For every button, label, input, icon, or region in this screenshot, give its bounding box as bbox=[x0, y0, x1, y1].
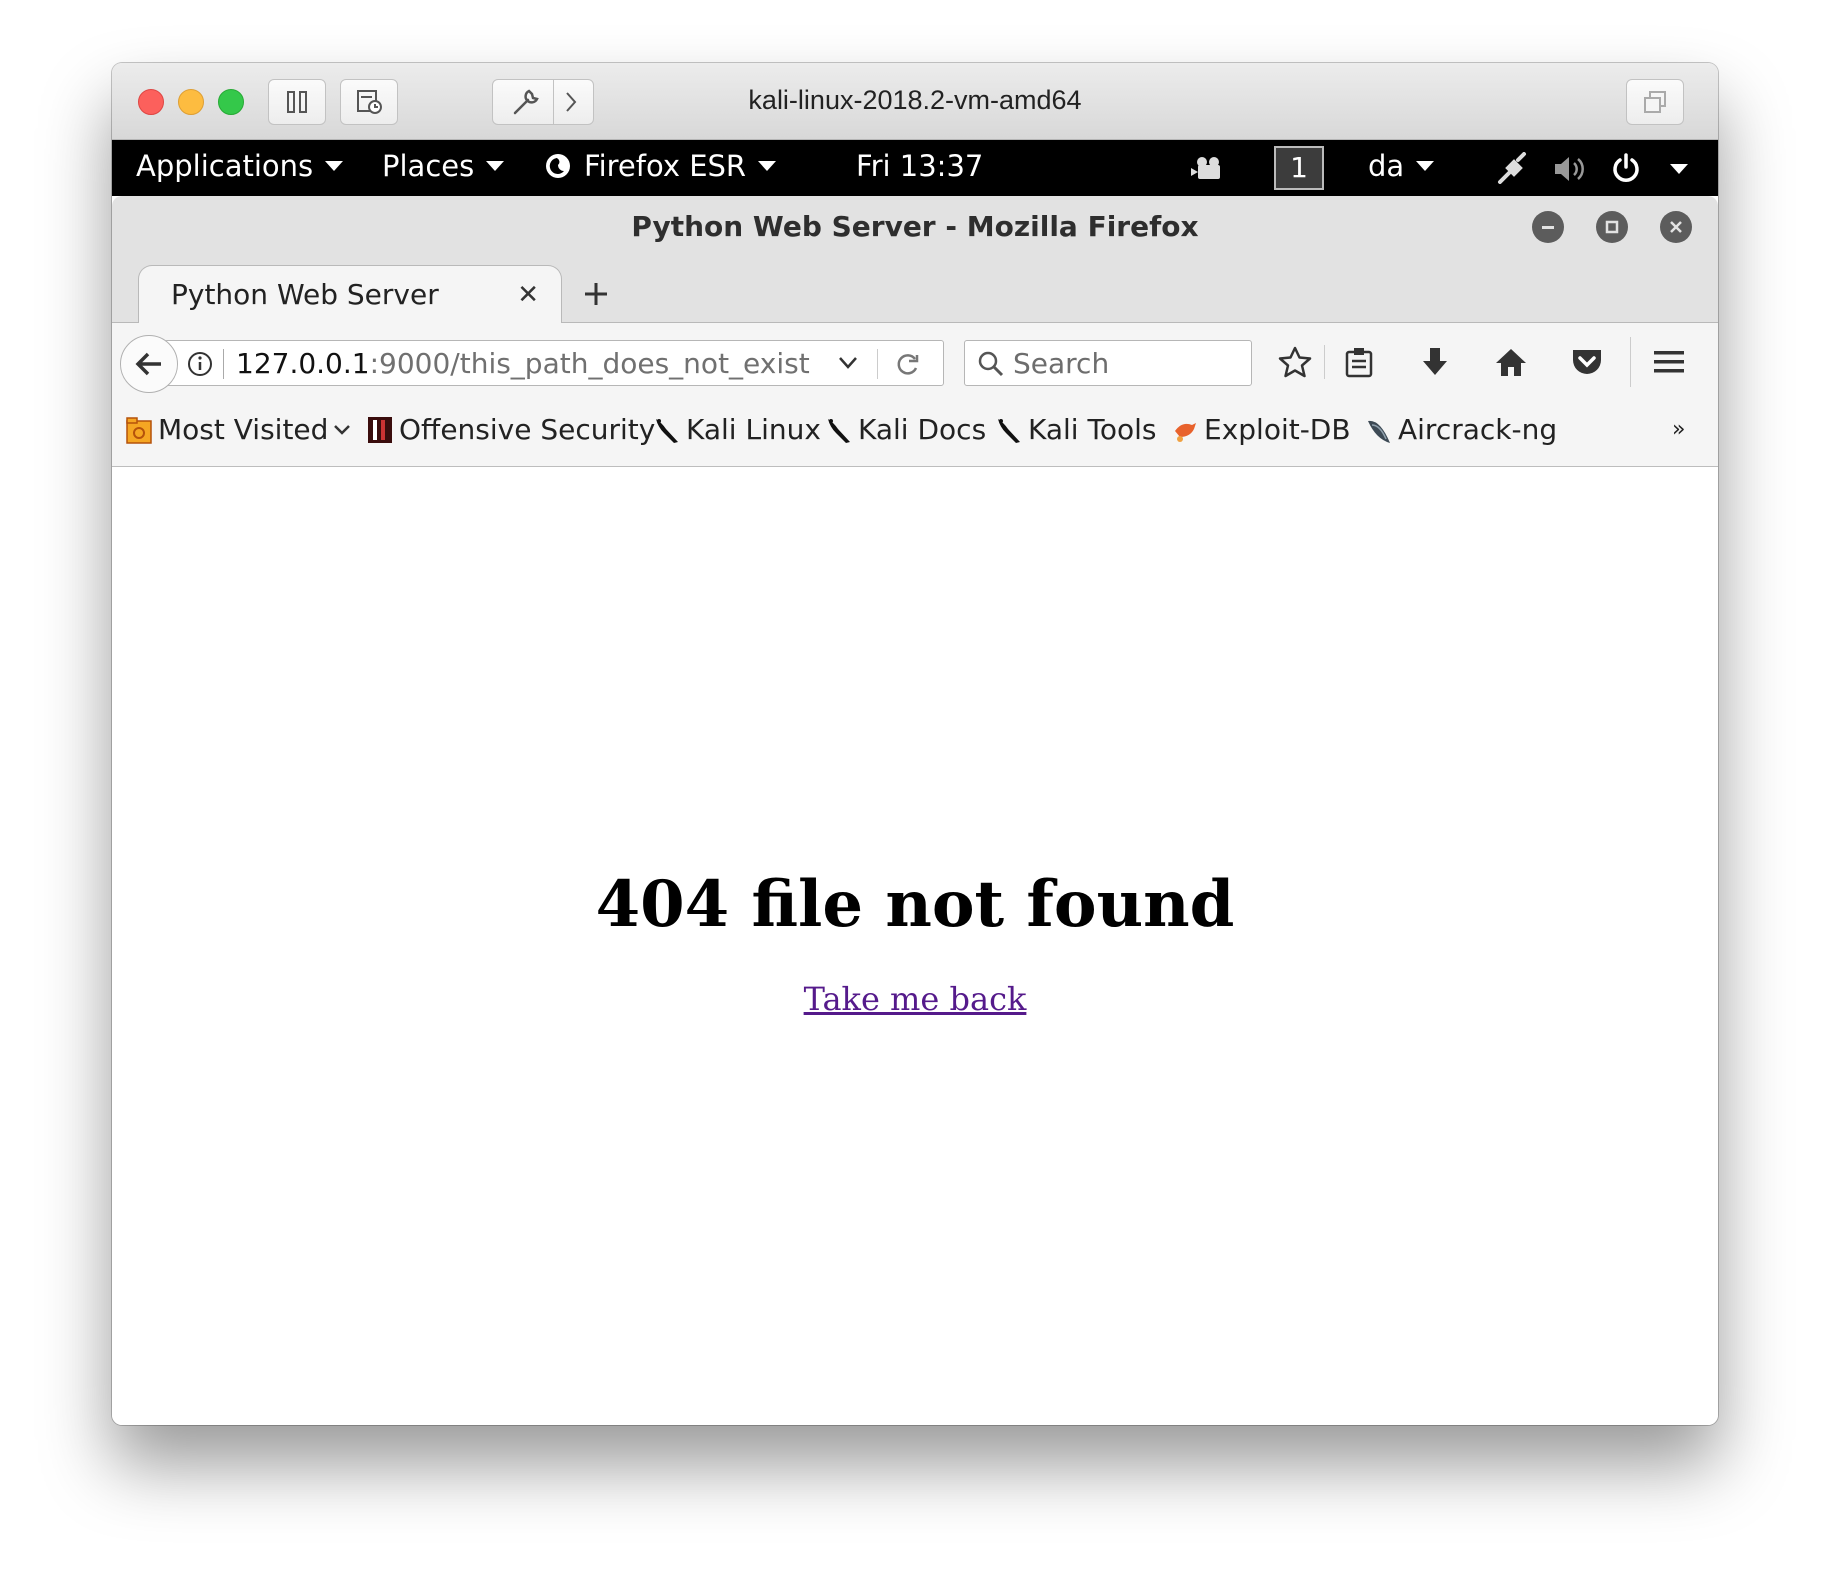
places-label: Places bbox=[382, 149, 475, 183]
bookmark-label: Exploit-DB bbox=[1204, 413, 1351, 446]
power-icon[interactable] bbox=[1610, 152, 1642, 184]
caret-down-icon bbox=[486, 161, 505, 171]
page-content: 404 file not found Take me back bbox=[112, 467, 1718, 1425]
bookmark-star-button[interactable] bbox=[1276, 343, 1314, 381]
firefox-titlebar: Python Web Server - Mozilla Firefox bbox=[112, 196, 1718, 258]
firefox-window-title: Python Web Server - Mozilla Firefox bbox=[631, 210, 1199, 243]
video-call-icon[interactable] bbox=[1190, 156, 1226, 182]
bookmark-kali-linux[interactable]: Kali Linux bbox=[654, 413, 821, 446]
applications-label: Applications bbox=[136, 149, 314, 183]
tab-close-icon[interactable]: ✕ bbox=[517, 280, 539, 310]
home-icon bbox=[1496, 349, 1526, 376]
search-input[interactable]: Search bbox=[964, 340, 1252, 386]
open-menu-button[interactable] bbox=[1650, 343, 1688, 381]
bookmark-label: Kali Docs bbox=[858, 413, 987, 446]
close-icon bbox=[1670, 221, 1682, 233]
vm-title: kali-linux-2018.2-vm-amd64 bbox=[748, 85, 1082, 115]
error-heading: 404 file not found bbox=[595, 867, 1235, 942]
folder-icon bbox=[126, 416, 152, 444]
bookmark-label: Most Visited bbox=[158, 413, 329, 446]
kali-dragon-icon bbox=[828, 418, 850, 443]
url-text[interactable]: 127.0.0.1:9000/this_path_does_not_exist bbox=[236, 347, 810, 380]
places-menu[interactable]: Places bbox=[382, 149, 505, 183]
kali-dragon-icon bbox=[998, 418, 1020, 443]
arrow-left-icon bbox=[135, 352, 161, 376]
url-path: :9000/this_path_does_not_exist bbox=[369, 347, 810, 380]
bookmark-label: Offensive Security bbox=[399, 413, 656, 446]
clock[interactable]: Fri 13:37 bbox=[856, 149, 983, 183]
maximize-button[interactable] bbox=[1596, 211, 1628, 243]
bookmark-label: Aircrack-ng bbox=[1398, 413, 1558, 446]
download-arrow-icon bbox=[1423, 348, 1447, 375]
kali-dragon-icon bbox=[656, 418, 678, 443]
url-separator bbox=[877, 349, 878, 379]
downloads-button[interactable] bbox=[1416, 343, 1454, 381]
caret-down-icon bbox=[1416, 161, 1435, 171]
pocket-icon bbox=[1573, 350, 1601, 374]
url-separator bbox=[223, 349, 224, 379]
home-button[interactable] bbox=[1492, 343, 1530, 381]
bookmark-label: Kali Tools bbox=[1028, 413, 1157, 446]
chevron-down-icon bbox=[334, 424, 351, 435]
exploit-db-icon bbox=[1175, 422, 1196, 442]
clipboard-icon bbox=[1345, 348, 1373, 378]
firefox-icon bbox=[546, 154, 570, 178]
tab-strip: Python Web Server ✕ bbox=[112, 258, 1718, 324]
app-name-label: Firefox ESR bbox=[584, 149, 747, 183]
windows-stack-icon bbox=[1644, 91, 1666, 113]
bookmarks-toolbar: Most Visited Offensive Security Kali Lin… bbox=[112, 399, 1718, 467]
reload-icon[interactable] bbox=[895, 351, 921, 377]
network-wired-icon[interactable] bbox=[1496, 152, 1530, 184]
bookmark-aircrack-ng[interactable]: Aircrack-ng bbox=[1366, 413, 1557, 446]
applications-menu[interactable]: Applications bbox=[136, 149, 344, 183]
tab-label: Python Web Server bbox=[171, 278, 439, 311]
bookmarks-menu-button[interactable] bbox=[1340, 343, 1378, 381]
minimize-icon bbox=[1542, 226, 1554, 229]
maximize-icon bbox=[1605, 220, 1619, 234]
hamburger-menu-icon bbox=[1654, 351, 1684, 373]
close-button[interactable] bbox=[1660, 211, 1692, 243]
pocket-button[interactable] bbox=[1568, 343, 1606, 381]
search-placeholder: Search bbox=[1013, 347, 1110, 380]
unity-button[interactable] bbox=[1626, 79, 1684, 125]
bookmark-offensive-security[interactable]: Offensive Security bbox=[367, 413, 655, 446]
url-host: 127.0.0.1 bbox=[236, 347, 370, 380]
plus-icon bbox=[585, 283, 607, 305]
search-icon bbox=[978, 351, 1004, 377]
system-menu-caret-icon[interactable] bbox=[1670, 164, 1688, 174]
volume-icon[interactable] bbox=[1552, 154, 1588, 184]
navigation-toolbar: 127.0.0.1:9000/this_path_does_not_exist … bbox=[112, 323, 1718, 399]
caret-down-icon bbox=[758, 161, 777, 171]
offsec-icon bbox=[368, 416, 392, 443]
bookmark-kali-tools[interactable]: Kali Tools bbox=[996, 413, 1156, 446]
new-tab-button[interactable] bbox=[582, 266, 610, 318]
chevron-down-icon[interactable] bbox=[837, 355, 859, 371]
minimize-button[interactable] bbox=[1532, 211, 1564, 243]
aircrack-icon bbox=[1368, 420, 1390, 443]
star-icon bbox=[1278, 346, 1312, 378]
take-me-back-link[interactable]: Take me back bbox=[804, 980, 1027, 1018]
bookmark-exploit-db[interactable]: Exploit-DB bbox=[1172, 413, 1351, 446]
keyboard-layout-menu[interactable]: da bbox=[1368, 149, 1435, 183]
vm-titlebar: kali-linux-2018.2-vm-amd64 bbox=[112, 63, 1718, 140]
gnome-top-panel: Applications Places Firefox ESR Fri 13:3… bbox=[112, 140, 1718, 196]
workspace-indicator[interactable]: 1 bbox=[1274, 146, 1324, 190]
vm-window: kali-linux-2018.2-vm-amd64 Applications … bbox=[112, 63, 1718, 1425]
url-bar[interactable]: 127.0.0.1:9000/this_path_does_not_exist bbox=[164, 340, 944, 386]
bookmark-most-visited[interactable]: Most Visited bbox=[126, 413, 352, 446]
app-menu[interactable]: Firefox ESR bbox=[544, 149, 777, 183]
keyboard-layout-label: da bbox=[1368, 149, 1405, 183]
info-icon[interactable] bbox=[187, 351, 213, 377]
bookmark-kali-docs[interactable]: Kali Docs bbox=[826, 413, 986, 446]
toolbar-separator bbox=[1324, 345, 1325, 379]
caret-down-icon bbox=[325, 161, 344, 171]
toolbar-separator bbox=[1630, 337, 1631, 387]
take-me-back-container: Take me back bbox=[112, 980, 1718, 1018]
bookmark-label: Kali Linux bbox=[686, 413, 821, 446]
back-button[interactable] bbox=[120, 335, 178, 393]
bookmarks-overflow-button[interactable]: » bbox=[1672, 417, 1685, 442]
tab-python-web-server[interactable]: Python Web Server ✕ bbox=[138, 265, 562, 324]
